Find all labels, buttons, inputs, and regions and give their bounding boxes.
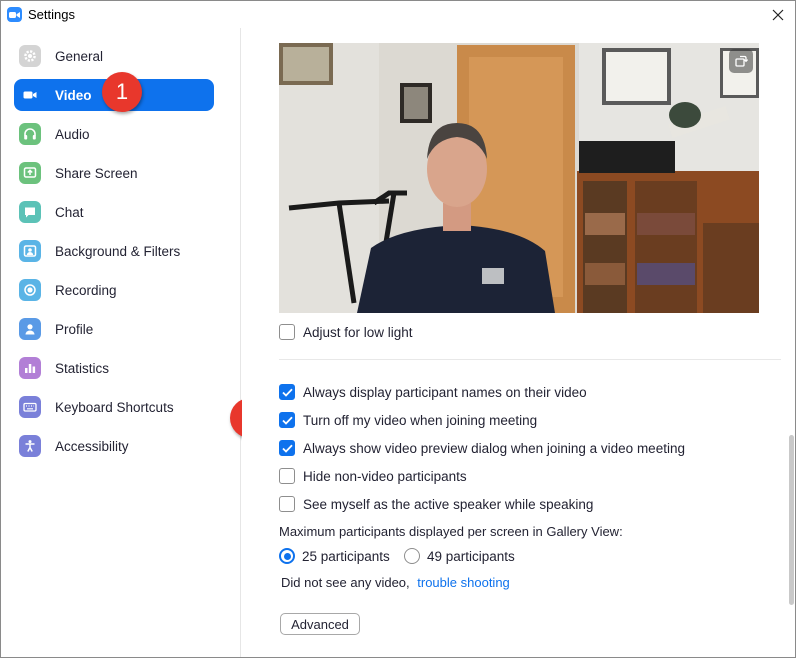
chat-icon xyxy=(19,201,41,223)
checkbox-box[interactable] xyxy=(279,324,295,340)
settings-window: Settings General Video Audio Share Scree… xyxy=(0,0,796,658)
checkbox-label: Always show video preview dialog when jo… xyxy=(303,440,685,456)
recording-icon xyxy=(19,279,41,301)
gallery-view-label: Maximum participants displayed per scree… xyxy=(279,524,623,539)
sidebar-item-share-screen[interactable]: Share Screen xyxy=(14,157,214,189)
see-myself-active-speaker-checkbox[interactable]: See myself as the active speaker while s… xyxy=(279,494,593,514)
share-screen-icon xyxy=(19,162,41,184)
window-title: Settings xyxy=(28,7,75,22)
headphones-icon xyxy=(19,123,41,145)
sidebar-item-label: Video xyxy=(55,87,92,103)
sidebar-item-label: Keyboard Shortcuts xyxy=(55,399,174,415)
advanced-button[interactable]: Advanced xyxy=(280,613,360,635)
checkbox-box[interactable] xyxy=(279,496,295,512)
sidebar-item-label: General xyxy=(55,48,104,64)
display-names-checkbox[interactable]: Always display participant names on thei… xyxy=(279,382,587,402)
video-settings-panel: Adjust for low light Always display part… xyxy=(242,28,795,657)
rotate-video-button[interactable] xyxy=(729,49,753,73)
sidebar-item-general[interactable]: General xyxy=(14,40,214,72)
radio-label: 49 participants xyxy=(427,548,515,564)
checkbox-label: Hide non-video participants xyxy=(303,468,467,484)
rotate-icon xyxy=(735,55,748,67)
checkbox-box[interactable] xyxy=(279,384,295,400)
content-scrollbar[interactable] xyxy=(788,28,795,657)
keyboard-icon xyxy=(19,396,41,418)
video-preview xyxy=(279,43,759,313)
camera-icon xyxy=(19,84,41,106)
adjust-low-light-checkbox[interactable]: Adjust for low light xyxy=(279,322,413,342)
checkbox-box[interactable] xyxy=(279,412,295,428)
sidebar-item-background-filters[interactable]: Background & Filters xyxy=(14,235,214,267)
checkmark-icon xyxy=(281,416,293,425)
checkmark-icon xyxy=(281,388,293,397)
checkbox-label: Adjust for low light xyxy=(303,324,413,340)
sidebar-item-statistics[interactable]: Statistics xyxy=(14,352,214,384)
checkbox-box[interactable] xyxy=(279,468,295,484)
sidebar-item-label: Audio xyxy=(55,126,90,142)
gear-icon xyxy=(19,45,41,67)
sidebar-item-chat[interactable]: Chat xyxy=(14,196,214,228)
checkbox-box[interactable] xyxy=(279,440,295,456)
sidebar-item-label: Recording xyxy=(55,282,117,298)
turn-off-video-checkbox[interactable]: Turn off my video when joining meeting xyxy=(279,410,537,430)
camera-preview-image xyxy=(279,43,759,313)
statistics-icon xyxy=(19,357,41,379)
close-icon xyxy=(772,9,784,20)
scrollbar-thumb[interactable] xyxy=(789,435,794,605)
sidebar-item-label: Profile xyxy=(55,321,94,337)
trouble-shooting-row: Did not see any video, trouble shooting xyxy=(281,575,510,590)
checkbox-label: Turn off my video when joining meeting xyxy=(303,412,538,428)
sidebar-item-accessibility[interactable]: Accessibility xyxy=(14,430,214,462)
checkbox-label: Always display participant names on thei… xyxy=(303,384,587,400)
sidebar-item-label: Background & Filters xyxy=(55,243,181,259)
accessibility-icon xyxy=(19,435,41,457)
hide-non-video-checkbox[interactable]: Hide non-video participants xyxy=(279,466,467,486)
radio-49-participants[interactable]: 49 participants xyxy=(404,548,515,564)
title-bar: Settings xyxy=(1,1,795,28)
video-preview-dialog-checkbox[interactable]: Always show video preview dialog when jo… xyxy=(279,438,685,458)
section-divider xyxy=(279,359,781,360)
sidebar-item-label: Statistics xyxy=(55,360,110,376)
sidebar-item-label: Share Screen xyxy=(55,165,138,181)
background-icon xyxy=(19,240,41,262)
checkmark-icon xyxy=(281,444,293,453)
radio-label: 25 participants xyxy=(302,548,390,564)
profile-icon xyxy=(19,318,41,340)
radio-button[interactable] xyxy=(404,548,420,564)
settings-sidebar: General Video Audio Share Screen Chat Ba… xyxy=(1,28,241,657)
sidebar-item-label: Accessibility xyxy=(55,438,129,454)
sidebar-item-recording[interactable]: Recording xyxy=(14,274,214,306)
checkbox-label: See myself as the active speaker while s… xyxy=(303,496,594,512)
trouble-shooting-text: Did not see any video, xyxy=(281,575,410,590)
sidebar-item-profile[interactable]: Profile xyxy=(14,313,214,345)
close-button[interactable] xyxy=(761,1,795,28)
radio-button[interactable] xyxy=(279,548,295,564)
callout-badge-1: 1 xyxy=(102,72,142,112)
zoom-app-icon xyxy=(7,7,22,22)
sidebar-item-label: Chat xyxy=(55,204,84,220)
sidebar-item-audio[interactable]: Audio xyxy=(14,118,214,150)
sidebar-item-keyboard-shortcuts[interactable]: Keyboard Shortcuts xyxy=(14,391,214,423)
radio-25-participants[interactable]: 25 participants xyxy=(279,548,390,564)
trouble-shooting-link[interactable]: trouble shooting xyxy=(417,575,510,590)
